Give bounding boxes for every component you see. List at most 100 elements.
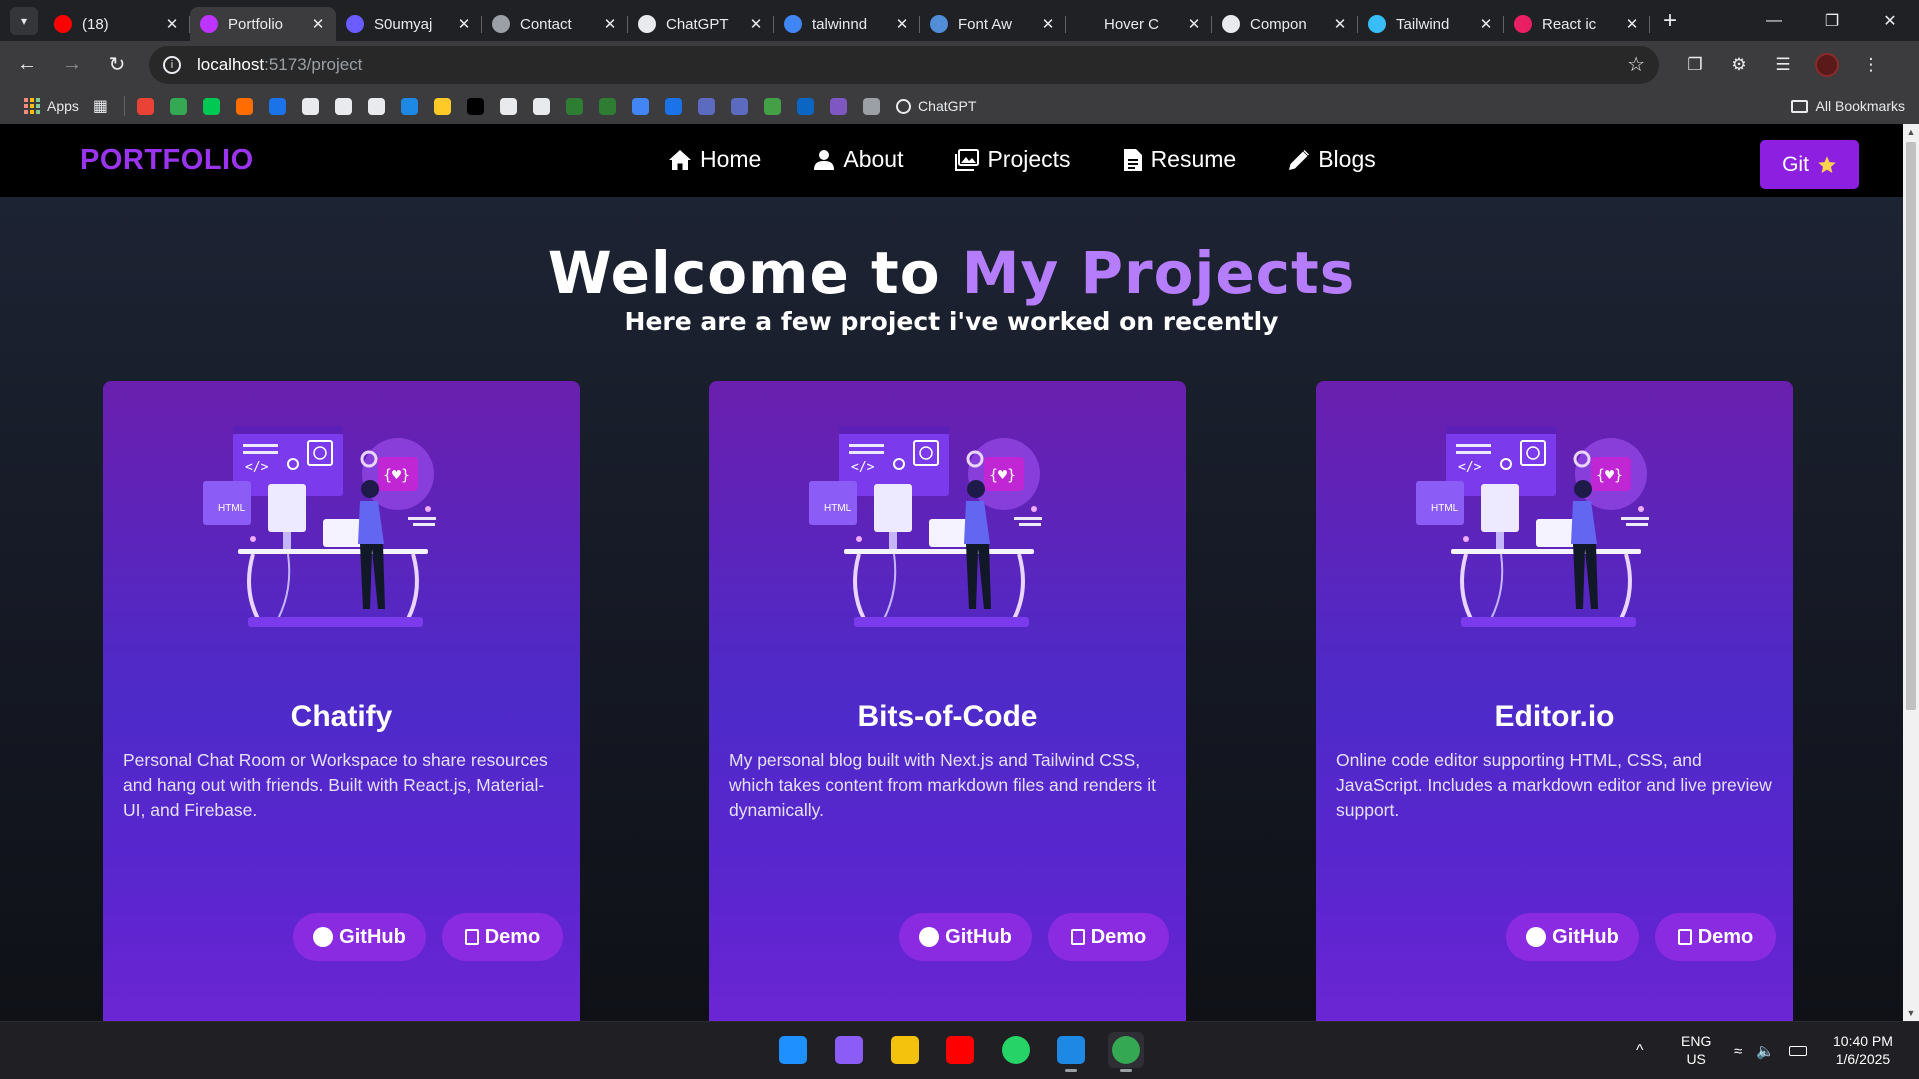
scrollbar-thumb[interactable]	[1906, 142, 1916, 710]
system-tray[interactable]: ≈ 🔈	[1734, 1022, 1807, 1079]
browser-tab[interactable]: Contact ✕	[482, 7, 628, 41]
nav-blogs[interactable]: Blogs	[1288, 146, 1376, 173]
bookmark-item[interactable]	[731, 97, 749, 115]
tab-title: Hover C	[1104, 15, 1160, 33]
bookmark-item[interactable]	[434, 97, 452, 115]
language-indicator[interactable]: ENG US	[1681, 1032, 1711, 1068]
bookmark-chatgpt[interactable]: ChatGPT	[896, 98, 976, 114]
taskbar-app[interactable]	[942, 1032, 978, 1068]
nav-projects[interactable]: Projects	[955, 146, 1071, 173]
github-button[interactable]: GitHub	[293, 913, 426, 961]
bookmark-item[interactable]	[170, 97, 188, 115]
bookmark-item[interactable]	[467, 97, 485, 115]
demo-button[interactable]: Demo	[442, 913, 563, 961]
taskbar-app[interactable]	[998, 1032, 1034, 1068]
demo-button[interactable]: Demo	[1655, 913, 1776, 961]
nav-home[interactable]: Home	[668, 146, 761, 173]
browser-tab[interactable]: Tailwind ✕	[1358, 7, 1504, 41]
page-scrollbar[interactable]: ▲ ▼	[1903, 124, 1919, 1021]
bookmark-item[interactable]	[269, 97, 287, 115]
bookmark-item[interactable]	[863, 97, 881, 115]
close-tab-icon[interactable]: ✕	[1624, 15, 1640, 33]
close-window-icon[interactable]: ✕	[1861, 0, 1919, 41]
chrome-menu-icon[interactable]: ⋮	[1849, 55, 1893, 75]
browser-tab[interactable]: S0umyaj ✕	[336, 7, 482, 41]
taskbar-app[interactable]	[1053, 1032, 1089, 1072]
browser-tab[interactable]: Font Aw ✕	[920, 7, 1066, 41]
bookmark-item[interactable]	[533, 97, 551, 115]
close-tab-icon[interactable]: ✕	[456, 15, 472, 33]
close-tab-icon[interactable]: ✕	[894, 15, 910, 33]
taskbar-app[interactable]	[1108, 1032, 1144, 1072]
github-button[interactable]: GitHub	[899, 913, 1032, 961]
clock[interactable]: 10:40 PM 1/6/2025	[1833, 1032, 1893, 1068]
copy-icon[interactable]: ❐	[1673, 55, 1717, 75]
close-tab-icon[interactable]: ✕	[748, 15, 764, 33]
bookmark-apps[interactable]: Apps	[24, 98, 79, 114]
bookmark-item[interactable]	[302, 97, 320, 115]
restore-icon[interactable]: ❐	[1803, 0, 1861, 41]
minimize-icon[interactable]: —	[1745, 0, 1803, 41]
forward-icon[interactable]: →	[54, 47, 90, 83]
bookmark-item[interactable]	[566, 97, 584, 115]
tab-groups-icon[interactable]: ▦	[93, 96, 108, 116]
close-tab-icon[interactable]: ✕	[1478, 15, 1494, 33]
github-button[interactable]: GitHub	[1506, 913, 1639, 961]
close-tab-icon[interactable]: ✕	[164, 15, 180, 33]
browser-tab[interactable]: talwinnd ✕	[774, 7, 920, 41]
address-bar[interactable]: i localhost:5173/project ☆	[149, 45, 1659, 84]
close-tab-icon[interactable]: ✕	[310, 15, 326, 33]
close-tab-icon[interactable]: ✕	[1186, 15, 1202, 33]
browser-tab[interactable]: Compon ✕	[1212, 7, 1358, 41]
bookmark-item[interactable]	[830, 97, 848, 115]
bookmark-favicon-icon	[137, 97, 155, 115]
bookmark-item[interactable]	[500, 97, 518, 115]
site-info-icon[interactable]: i	[163, 55, 181, 74]
tab-search-button[interactable]: ▾	[10, 6, 38, 35]
bookmark-item[interactable]	[632, 97, 650, 115]
nav-about[interactable]: About	[813, 146, 903, 173]
bookmark-item[interactable]	[797, 97, 815, 115]
demo-button[interactable]: Demo	[1048, 913, 1169, 961]
close-tab-icon[interactable]: ✕	[602, 15, 618, 33]
bookmark-item[interactable]	[335, 97, 353, 115]
bookmark-item[interactable]	[599, 97, 617, 115]
site-logo[interactable]: PORTFOLIO	[80, 144, 254, 177]
bookmark-favicon-icon	[599, 97, 617, 115]
scroll-up-icon[interactable]: ▲	[1903, 127, 1919, 137]
bookmark-item[interactable]	[203, 97, 221, 115]
taskbar-app[interactable]	[831, 1032, 867, 1068]
bookmark-star-icon[interactable]: ☆	[1627, 52, 1645, 77]
extensions-icon[interactable]: ⚙	[1717, 55, 1761, 75]
bookmark-item[interactable]	[401, 97, 419, 115]
browser-tab[interactable]: (18) ✕	[44, 7, 190, 41]
browser-tab[interactable]: Portfolio ✕	[190, 7, 336, 41]
scroll-down-icon[interactable]: ▼	[1903, 1008, 1919, 1018]
chatgpt-icon	[896, 98, 912, 114]
pencil-icon	[1289, 149, 1310, 170]
new-tab-button[interactable]: +	[1654, 7, 1686, 35]
profile-avatar[interactable]	[1805, 52, 1849, 77]
taskbar-app[interactable]	[775, 1032, 811, 1068]
bookmark-item[interactable]	[368, 97, 386, 115]
nav-resume[interactable]: Resume	[1123, 146, 1236, 173]
taskbar-app[interactable]	[887, 1032, 923, 1068]
bookmark-item[interactable]	[665, 97, 683, 115]
developer-illustration: </> {♥} HTML	[1416, 426, 1649, 627]
all-bookmarks-button[interactable]: All Bookmarks	[1790, 98, 1905, 114]
close-tab-icon[interactable]: ✕	[1040, 15, 1056, 33]
back-icon[interactable]: ←	[9, 47, 45, 83]
show-hidden-icons[interactable]: ^	[1636, 1022, 1644, 1079]
developer-illustration: </> {♥} HTML	[203, 426, 436, 627]
bookmark-item[interactable]	[764, 97, 782, 115]
browser-tab[interactable]: Hover C ✕	[1066, 7, 1212, 41]
close-tab-icon[interactable]: ✕	[1332, 15, 1348, 33]
browser-tab[interactable]: ChatGPT ✕	[628, 7, 774, 41]
bookmark-item[interactable]	[236, 97, 254, 115]
bookmark-item[interactable]	[137, 97, 155, 115]
git-star-button[interactable]: Git	[1760, 140, 1859, 189]
bookmark-item[interactable]	[698, 97, 716, 115]
media-icon[interactable]: ☰	[1761, 55, 1805, 75]
reload-icon[interactable]: ↻	[99, 47, 135, 83]
browser-tab[interactable]: React ic ✕	[1504, 7, 1650, 41]
